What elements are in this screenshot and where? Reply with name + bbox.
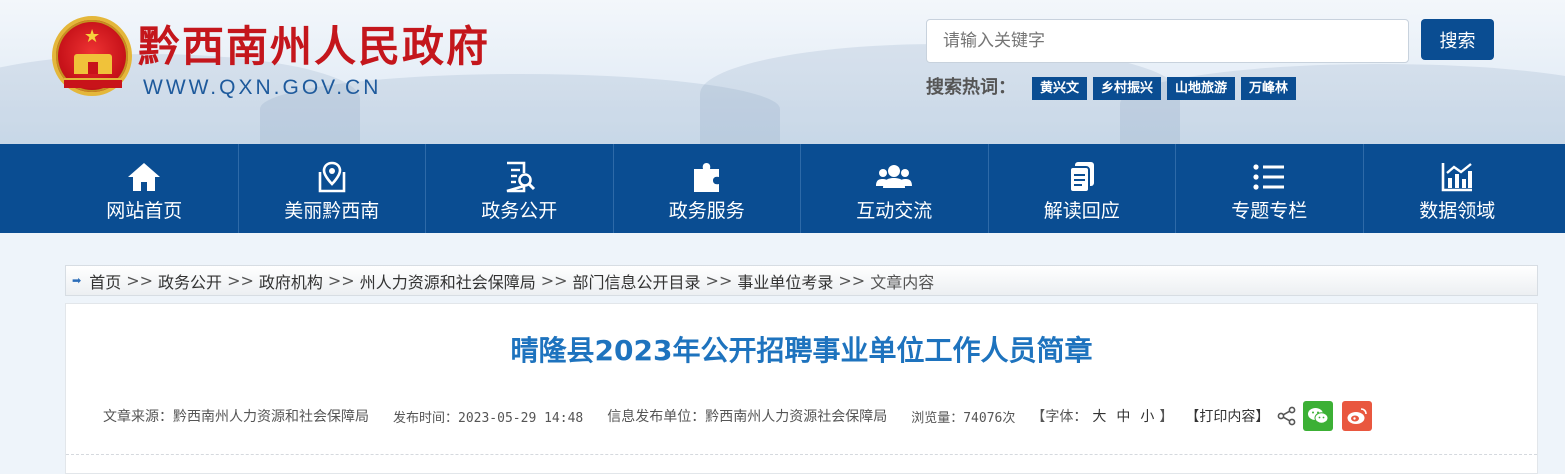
nav-label: 数据领域 <box>1419 200 1496 222</box>
article-divider <box>66 454 1537 455</box>
site-title[interactable]: 黔西南州人民政府 <box>138 22 490 72</box>
nav-label: 网站首页 <box>106 200 183 222</box>
document-search-icon <box>501 160 537 194</box>
nav-item-beautiful-qxn[interactable]: 美丽黔西南 <box>239 144 426 233</box>
nav-label: 政务服务 <box>668 200 745 222</box>
nav-item-gov-affairs-open[interactable]: 政务公开 <box>426 144 614 233</box>
hot-tag[interactable]: 乡村振兴 <box>1093 77 1162 100</box>
header-background-mountain <box>1120 64 1565 144</box>
font-size-control: 【字体：大中小】 <box>1031 406 1173 426</box>
breadcrumb-separator: >> <box>227 271 254 290</box>
weibo-share-icon[interactable] <box>1342 401 1373 431</box>
hot-tag[interactable]: 山地旅游 <box>1167 77 1236 100</box>
search-input[interactable] <box>926 19 1409 63</box>
breadcrumb-link[interactable]: 政务公开 <box>158 269 222 293</box>
people-icon <box>876 160 913 194</box>
wechat-share-icon[interactable] <box>1303 401 1334 431</box>
breadcrumb-link[interactable]: 首页 <box>89 269 121 293</box>
breadcrumb-link[interactable]: 部门信息公开目录 <box>573 269 701 293</box>
breadcrumb-separator: >> <box>126 271 154 290</box>
nav-item-special-topics[interactable]: 专题专栏 <box>1176 144 1364 233</box>
breadcrumb-link[interactable]: 政府机构 <box>259 269 323 293</box>
site-domain: WWW.QXN.GOV.CN <box>143 76 382 99</box>
breadcrumb-separator: >> <box>705 271 733 290</box>
breadcrumb-link[interactable]: 事业单位考录 <box>737 269 833 293</box>
nav-label: 专题专栏 <box>1231 200 1308 222</box>
font-size-small-link[interactable]: 小 <box>1140 409 1154 425</box>
nav-item-data-fields[interactable]: 数据领域 <box>1364 144 1552 233</box>
nav-item-home[interactable]: 网站首页 <box>51 144 239 233</box>
nav-label: 解读回应 <box>1043 200 1120 222</box>
breadcrumb-separator: >> <box>838 271 866 290</box>
font-size-label: 【字体： <box>1031 409 1088 425</box>
nav-item-gov-services[interactable]: 政务服务 <box>614 144 801 233</box>
share-icon[interactable] <box>1277 406 1297 426</box>
nav-item-interaction[interactable]: 互动交流 <box>801 144 989 233</box>
article-views: 浏览量：74076次 <box>911 410 1016 426</box>
article-title: 晴隆县2023年公开招聘事业单位工作人员简章 <box>510 334 1093 367</box>
hot-search-tags: 黄兴文 乡村振兴 山地旅游 万峰林 <box>1032 77 1297 100</box>
breadcrumb-link[interactable]: 州人力资源和社会保障局 <box>360 269 536 293</box>
font-size-large-link[interactable]: 大 <box>1092 409 1106 425</box>
article-source: 文章来源：黔西南州人力资源和社会保障局 <box>103 409 369 425</box>
breadcrumb-separator: >> <box>327 271 355 290</box>
home-icon <box>126 160 162 194</box>
article-panel: 晴隆县2023年公开招聘事业单位工作人员简章 文章来源：黔西南州人力资源和社会保… <box>65 303 1538 474</box>
main-nav: 网站首页 美丽黔西南 政务公开 政务服务 互动交流 解读回应 专题专栏 数据领域 <box>0 144 1565 233</box>
article-meta: 文章来源：黔西南州人力资源和社会保障局 发布时间：2023-05-29 14:4… <box>103 401 1509 431</box>
breadcrumb-separator: >> <box>540 271 568 290</box>
search-button[interactable]: 搜索 <box>1421 19 1494 60</box>
article-publish-time: 发布时间：2023-05-29 14:48 <box>393 410 584 426</box>
nav-item-interpretation[interactable]: 解读回应 <box>989 144 1176 233</box>
list-icon <box>1251 160 1287 194</box>
chart-icon <box>1439 160 1475 194</box>
copy-document-icon <box>1064 160 1100 194</box>
hot-search-label: 搜索热词： <box>926 77 1016 98</box>
font-size-close: 】 <box>1159 409 1174 425</box>
font-size-medium-link[interactable]: 中 <box>1116 409 1130 425</box>
article-publisher: 信息发布单位：黔西南州人力资源社会保障局 <box>607 409 888 425</box>
hot-tag[interactable]: 黄兴文 <box>1032 77 1088 100</box>
hot-tag[interactable]: 万峰林 <box>1241 77 1297 100</box>
map-pin-icon <box>314 160 350 194</box>
site-header: ★ 黔西南州人民政府 WWW.QXN.GOV.CN 搜索 搜索热词： 黄兴文 乡… <box>0 0 1565 144</box>
breadcrumb: ➡ 首页 >> 政务公开 >> 政府机构 >> 州人力资源和社会保障局 >> 部… <box>65 265 1538 296</box>
nav-label: 互动交流 <box>856 200 933 222</box>
print-link[interactable]: 【打印内容】 <box>1185 406 1269 426</box>
breadcrumb-current: 文章内容 <box>870 272 935 292</box>
arrow-right-icon: ➡ <box>72 274 82 287</box>
national-emblem-logo[interactable]: ★ <box>52 16 132 96</box>
nav-label: 美丽黔西南 <box>284 200 380 222</box>
puzzle-icon <box>689 160 725 194</box>
nav-label: 政务公开 <box>481 200 558 222</box>
